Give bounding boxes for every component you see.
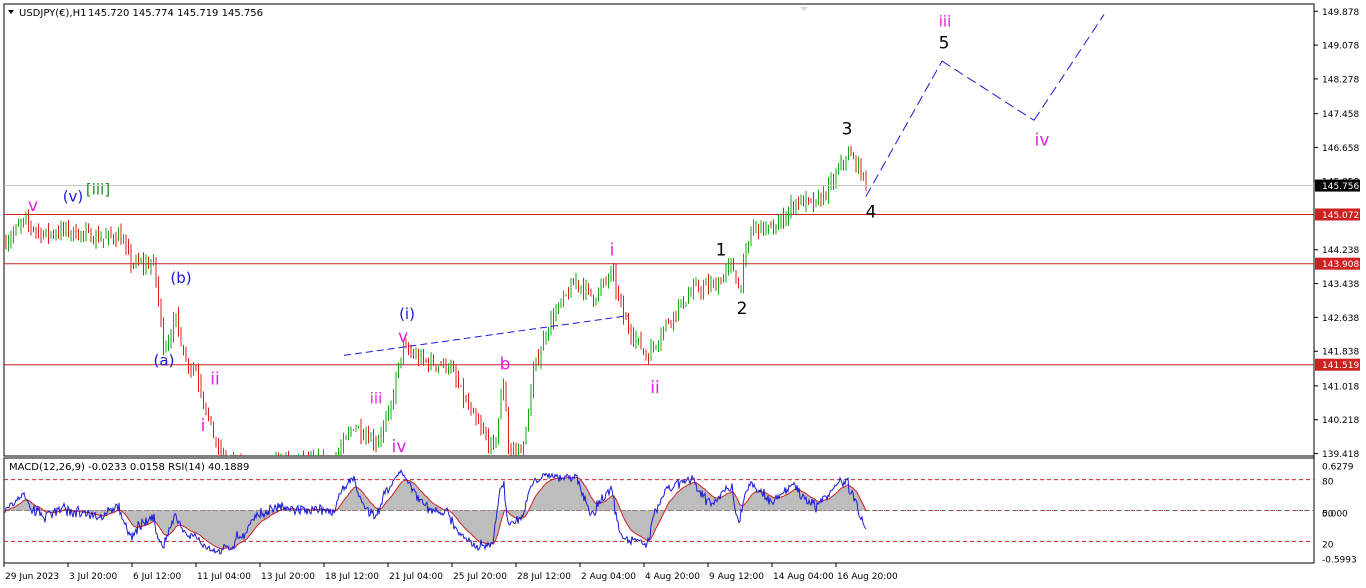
price-tick-label: 149.878 (1322, 8, 1359, 18)
time-tick-label: 6 Jul 12:00 (133, 572, 182, 582)
trend-line (343, 315, 630, 356)
wave-label: b (500, 355, 511, 375)
collapse-triangle-icon[interactable] (8, 10, 14, 14)
time-tick-label: 3 Jul 20:00 (69, 572, 118, 582)
indicator-tick-label: 0.6279 (1322, 463, 1354, 473)
wave-label: iii (939, 12, 952, 30)
ohlc-label: 145.720 145.774 145.719 145.756 (88, 8, 263, 19)
wave-label: (b) (170, 269, 191, 287)
wave-label: 1 (716, 241, 727, 261)
indicator-tick-label: -0.5993 (1322, 556, 1357, 566)
wave-label: ii (210, 370, 219, 390)
time-tick-label: 18 Jul 12:00 (325, 572, 379, 582)
wave-label: (a) (154, 352, 175, 370)
indicator-tick-label: 50 (1322, 510, 1334, 520)
chart-window: USDJPY(€),H1 145.720 145.774 145.719 145… (0, 0, 1366, 588)
time-tick-label: 29 Jun 2023 (5, 572, 59, 582)
level-price-label: 141.519 (1322, 361, 1359, 371)
projection-line (865, 60, 943, 197)
wave-label: 3 (842, 120, 853, 140)
time-tick-label: 25 Jul 20:00 (453, 572, 507, 582)
wave-label: i (201, 416, 206, 436)
price-axis: 149.878149.078148.278147.458146.658145.8… (1314, 8, 1360, 566)
indicator-tick-label: 80 (1322, 478, 1334, 488)
time-axis: 29 Jun 2023 3 Jul 20:00 6 Jul 12:00 11 Jul … (3, 563, 898, 582)
wave-label: v (28, 196, 38, 216)
wave-label: iii (370, 390, 383, 408)
wave-labels: v (v) [iii](b)(a)iiiiiiiv(i)vbiii12345iiii… (28, 12, 1049, 456)
time-tick-label: 2 Aug 04:00 (581, 572, 636, 582)
price-tick-label: 143.438 (1322, 280, 1359, 290)
time-tick-label: 28 Jul 12:00 (517, 572, 571, 582)
price-tick-label: 146.658 (1322, 144, 1359, 154)
time-tick-label: 13 Jul 20:00 (261, 572, 315, 582)
wave-label: 5 (939, 33, 950, 53)
time-tick-label: 21 Jul 04:00 (389, 572, 443, 582)
price-tick-label: 144.238 (1322, 246, 1359, 256)
price-tick-label: 141.838 (1322, 348, 1359, 358)
indicator-panel (4, 469, 1314, 555)
wave-label: iv (392, 437, 407, 457)
price-tick-label: 141.018 (1322, 382, 1359, 392)
price-tick-label: 142.638 (1322, 314, 1359, 324)
time-tick-label: 4 Aug 20:00 (645, 572, 700, 582)
time-tick-label: 11 Jul 04:00 (197, 572, 251, 582)
current-price-label: 145.756 (1322, 182, 1359, 192)
wave-label: [iii] (86, 180, 110, 198)
wave-label: 2 (737, 299, 748, 319)
wave-label: (v) (63, 187, 84, 205)
wave-label: i (610, 241, 615, 261)
wave-label: 4 (866, 203, 877, 223)
level-price-label: 145.072 (1322, 211, 1359, 221)
wave-label: (i) (399, 305, 415, 323)
price-tick-label: 140.218 (1322, 416, 1359, 426)
projection-line (1033, 14, 1105, 121)
indicator-tick-label: 20 (1322, 541, 1334, 551)
indicator-label: MACD(12,26,9) -0.0233 0.0158 RSI(14) 40.… (9, 462, 249, 473)
projection-line (941, 60, 1035, 121)
price-tick-label: 147.458 (1322, 110, 1359, 120)
price-tick-label: 149.078 (1322, 42, 1359, 52)
time-tick-label: 16 Aug 20:00 (837, 572, 898, 582)
wave-label: v (398, 327, 408, 347)
wave-overlay (4, 14, 1314, 356)
time-tick-label: 14 Aug 04:00 (773, 572, 834, 582)
symbol-label: USDJPY(€),H1 (19, 8, 86, 19)
time-tick-label: 9 Aug 12:00 (709, 572, 764, 582)
wave-label: ii (650, 378, 659, 398)
price-tick-label: 139.418 (1322, 450, 1359, 460)
scroll-marker-icon (800, 7, 808, 11)
level-price-label: 143.908 (1322, 260, 1359, 270)
price-tick-label: 148.278 (1322, 75, 1359, 85)
wave-label: iv (1035, 131, 1050, 151)
price-chart[interactable]: USDJPY(€),H1 145.720 145.774 145.719 145… (0, 0, 1366, 588)
